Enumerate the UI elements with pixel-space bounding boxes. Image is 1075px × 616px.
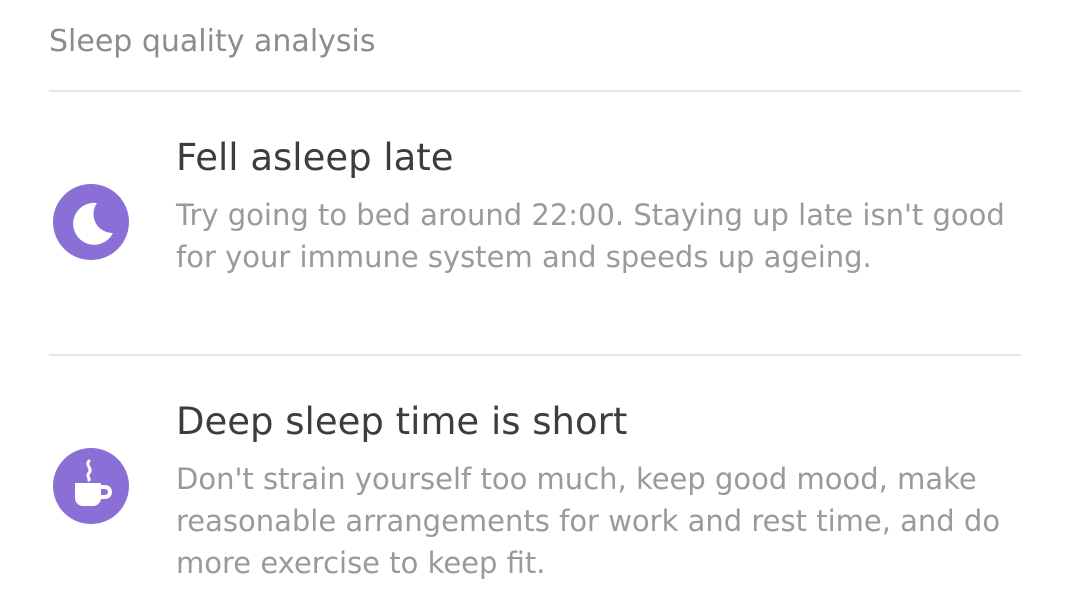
item-title: Deep sleep time is short <box>176 400 628 443</box>
divider <box>49 90 1021 92</box>
item-title: Fell asleep late <box>176 136 454 179</box>
item-description: Try going to bed around 22:00. Staying u… <box>176 198 1005 274</box>
divider <box>49 354 1021 356</box>
moon-icon <box>53 184 129 260</box>
coffee-cup-icon <box>53 448 129 524</box>
item-description: Don't strain yourself too much, keep goo… <box>176 462 1001 580</box>
section-title: Sleep quality analysis <box>49 24 376 59</box>
